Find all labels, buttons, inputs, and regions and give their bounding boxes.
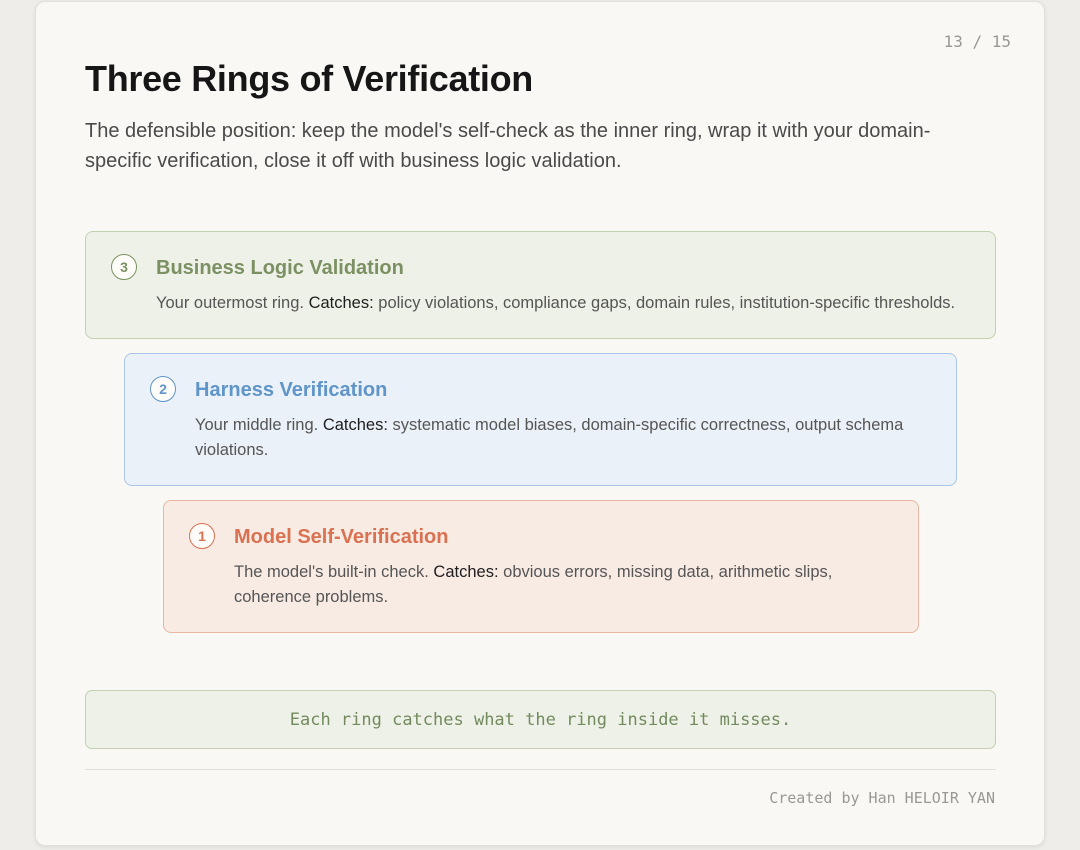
ring-intro: Your outermost ring. (156, 294, 304, 312)
ring-catches-text: policy violations, compliance gaps, doma… (378, 294, 956, 312)
ring-title: Model Self-Verification (234, 526, 449, 548)
ring-catches-label: Catches: (308, 294, 374, 312)
ring-catches-label: Catches: (433, 563, 499, 581)
ring-description: Your middle ring. Catches: systematic mo… (195, 413, 926, 463)
credit-text: Created by Han HELOIR YAN (769, 789, 995, 807)
ring-title: Harness Verification (195, 379, 388, 401)
ring-number-badge: 2 (150, 376, 176, 402)
ring-harness-verification: 2 Harness Verification Your middle ring.… (124, 353, 957, 486)
ring-description: Your outermost ring. Catches: policy vio… (156, 291, 965, 316)
ring-intro: The model's built-in check. (234, 563, 429, 581)
slide-card: 13 / 15 Three Rings of Verification The … (35, 1, 1045, 846)
page-number: 13 / 15 (943, 32, 1011, 51)
ring-business-logic-validation: 3 Business Logic Validation Your outermo… (85, 231, 996, 339)
slide-subtitle: The defensible position: keep the model'… (85, 120, 931, 172)
ring-catches-label: Catches: (322, 416, 388, 434)
summary-banner: Each ring catches what the ring inside i… (85, 690, 996, 749)
ring-model-self-verification: 1 Model Self-Verification The model's bu… (163, 500, 919, 633)
ring-title: Business Logic Validation (156, 257, 404, 279)
slide-title: Three Rings of Verification (85, 58, 533, 99)
footer-divider (85, 769, 996, 770)
ring-number-badge: 1 (189, 523, 215, 549)
ring-description: The model's built-in check. Catches: obv… (234, 560, 888, 610)
ring-intro: Your middle ring. (195, 416, 319, 434)
ring-number-badge: 3 (111, 254, 137, 280)
